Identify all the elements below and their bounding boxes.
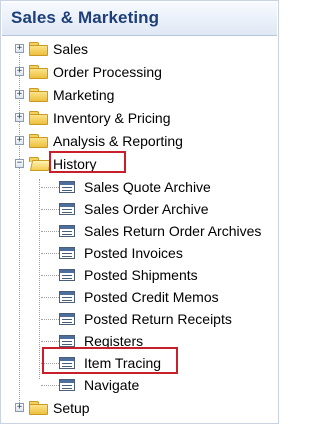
list-page-icon [59,247,75,259]
list-page-icon [59,291,75,303]
expand-icon[interactable]: + [15,44,24,53]
tree-group-analysis-reporting[interactable]: + Analysis & Reporting [1,130,280,153]
tree-group-history[interactable]: − History [1,153,280,176]
collapse-icon[interactable]: − [15,159,24,168]
navigation-tree: + Sales + Order Processing + Marketing +… [1,1,280,425]
tree-item-posted-invoices[interactable]: Posted Invoices [1,242,280,265]
tree-group-inventory-pricing[interactable]: + Inventory & Pricing [1,107,280,130]
folder-icon [29,65,48,79]
tree-item-posted-shipments[interactable]: Posted Shipments [1,264,280,287]
folder-icon [29,42,48,56]
list-page-icon [59,335,75,347]
tree-item-posted-credit-memos[interactable]: Posted Credit Memos [1,286,280,309]
tree-item-posted-return-receipts[interactable]: Posted Return Receipts [1,308,280,331]
folder-icon [29,88,48,102]
tree-group-marketing[interactable]: + Marketing [1,84,280,107]
expand-icon[interactable]: + [15,113,24,122]
tree-item-label: Posted Return Receipts [84,311,232,327]
tree-item-label: Sales Order Archive [84,201,209,217]
tree-item-label: Posted Shipments [84,267,198,283]
expand-icon[interactable]: + [15,67,24,76]
expand-icon[interactable]: + [15,90,24,99]
tree-item-sales-quote-archive[interactable]: Sales Quote Archive [1,176,280,199]
tree-group-sales[interactable]: + Sales [1,38,280,61]
tree-group-label: Setup [53,400,90,416]
tree-group-label: Inventory & Pricing [53,110,171,126]
list-page-icon [59,313,75,325]
tree-group-order-processing[interactable]: + Order Processing [1,61,280,84]
navigation-pane: Sales & Marketing + Sales + Order Proces… [0,0,279,424]
list-page-icon [59,181,75,193]
folder-icon [29,401,48,415]
highlight-box [49,151,126,173]
tree-group-setup[interactable]: + Setup [1,397,280,420]
tree-item-navigate[interactable]: Navigate [1,374,280,397]
tree-item-label: Sales Return Order Archives [84,223,262,239]
folder-icon [29,134,48,148]
highlight-box [42,347,178,374]
tree-item-sales-return-order-archives[interactable]: Sales Return Order Archives [1,220,280,243]
folder-icon [29,111,48,125]
tree-item-sales-order-archive[interactable]: Sales Order Archive [1,198,280,221]
tree-item-label: Posted Credit Memos [84,289,219,305]
list-page-icon [59,203,75,215]
tree-group-label: Order Processing [53,64,162,80]
tree-item-label: Navigate [84,377,140,393]
tree-group-label: Sales [53,41,89,57]
tree-group-label: Analysis & Reporting [53,133,183,149]
list-page-icon [59,269,75,281]
open-folder-icon [29,157,52,171]
expand-icon[interactable]: + [15,403,24,412]
tree-group-label: Marketing [53,87,115,103]
list-page-icon [59,379,75,391]
tree-item-label: Sales Quote Archive [84,179,211,195]
tree-item-label: Posted Invoices [84,245,183,261]
list-page-icon [59,225,75,237]
expand-icon[interactable]: + [15,136,24,145]
